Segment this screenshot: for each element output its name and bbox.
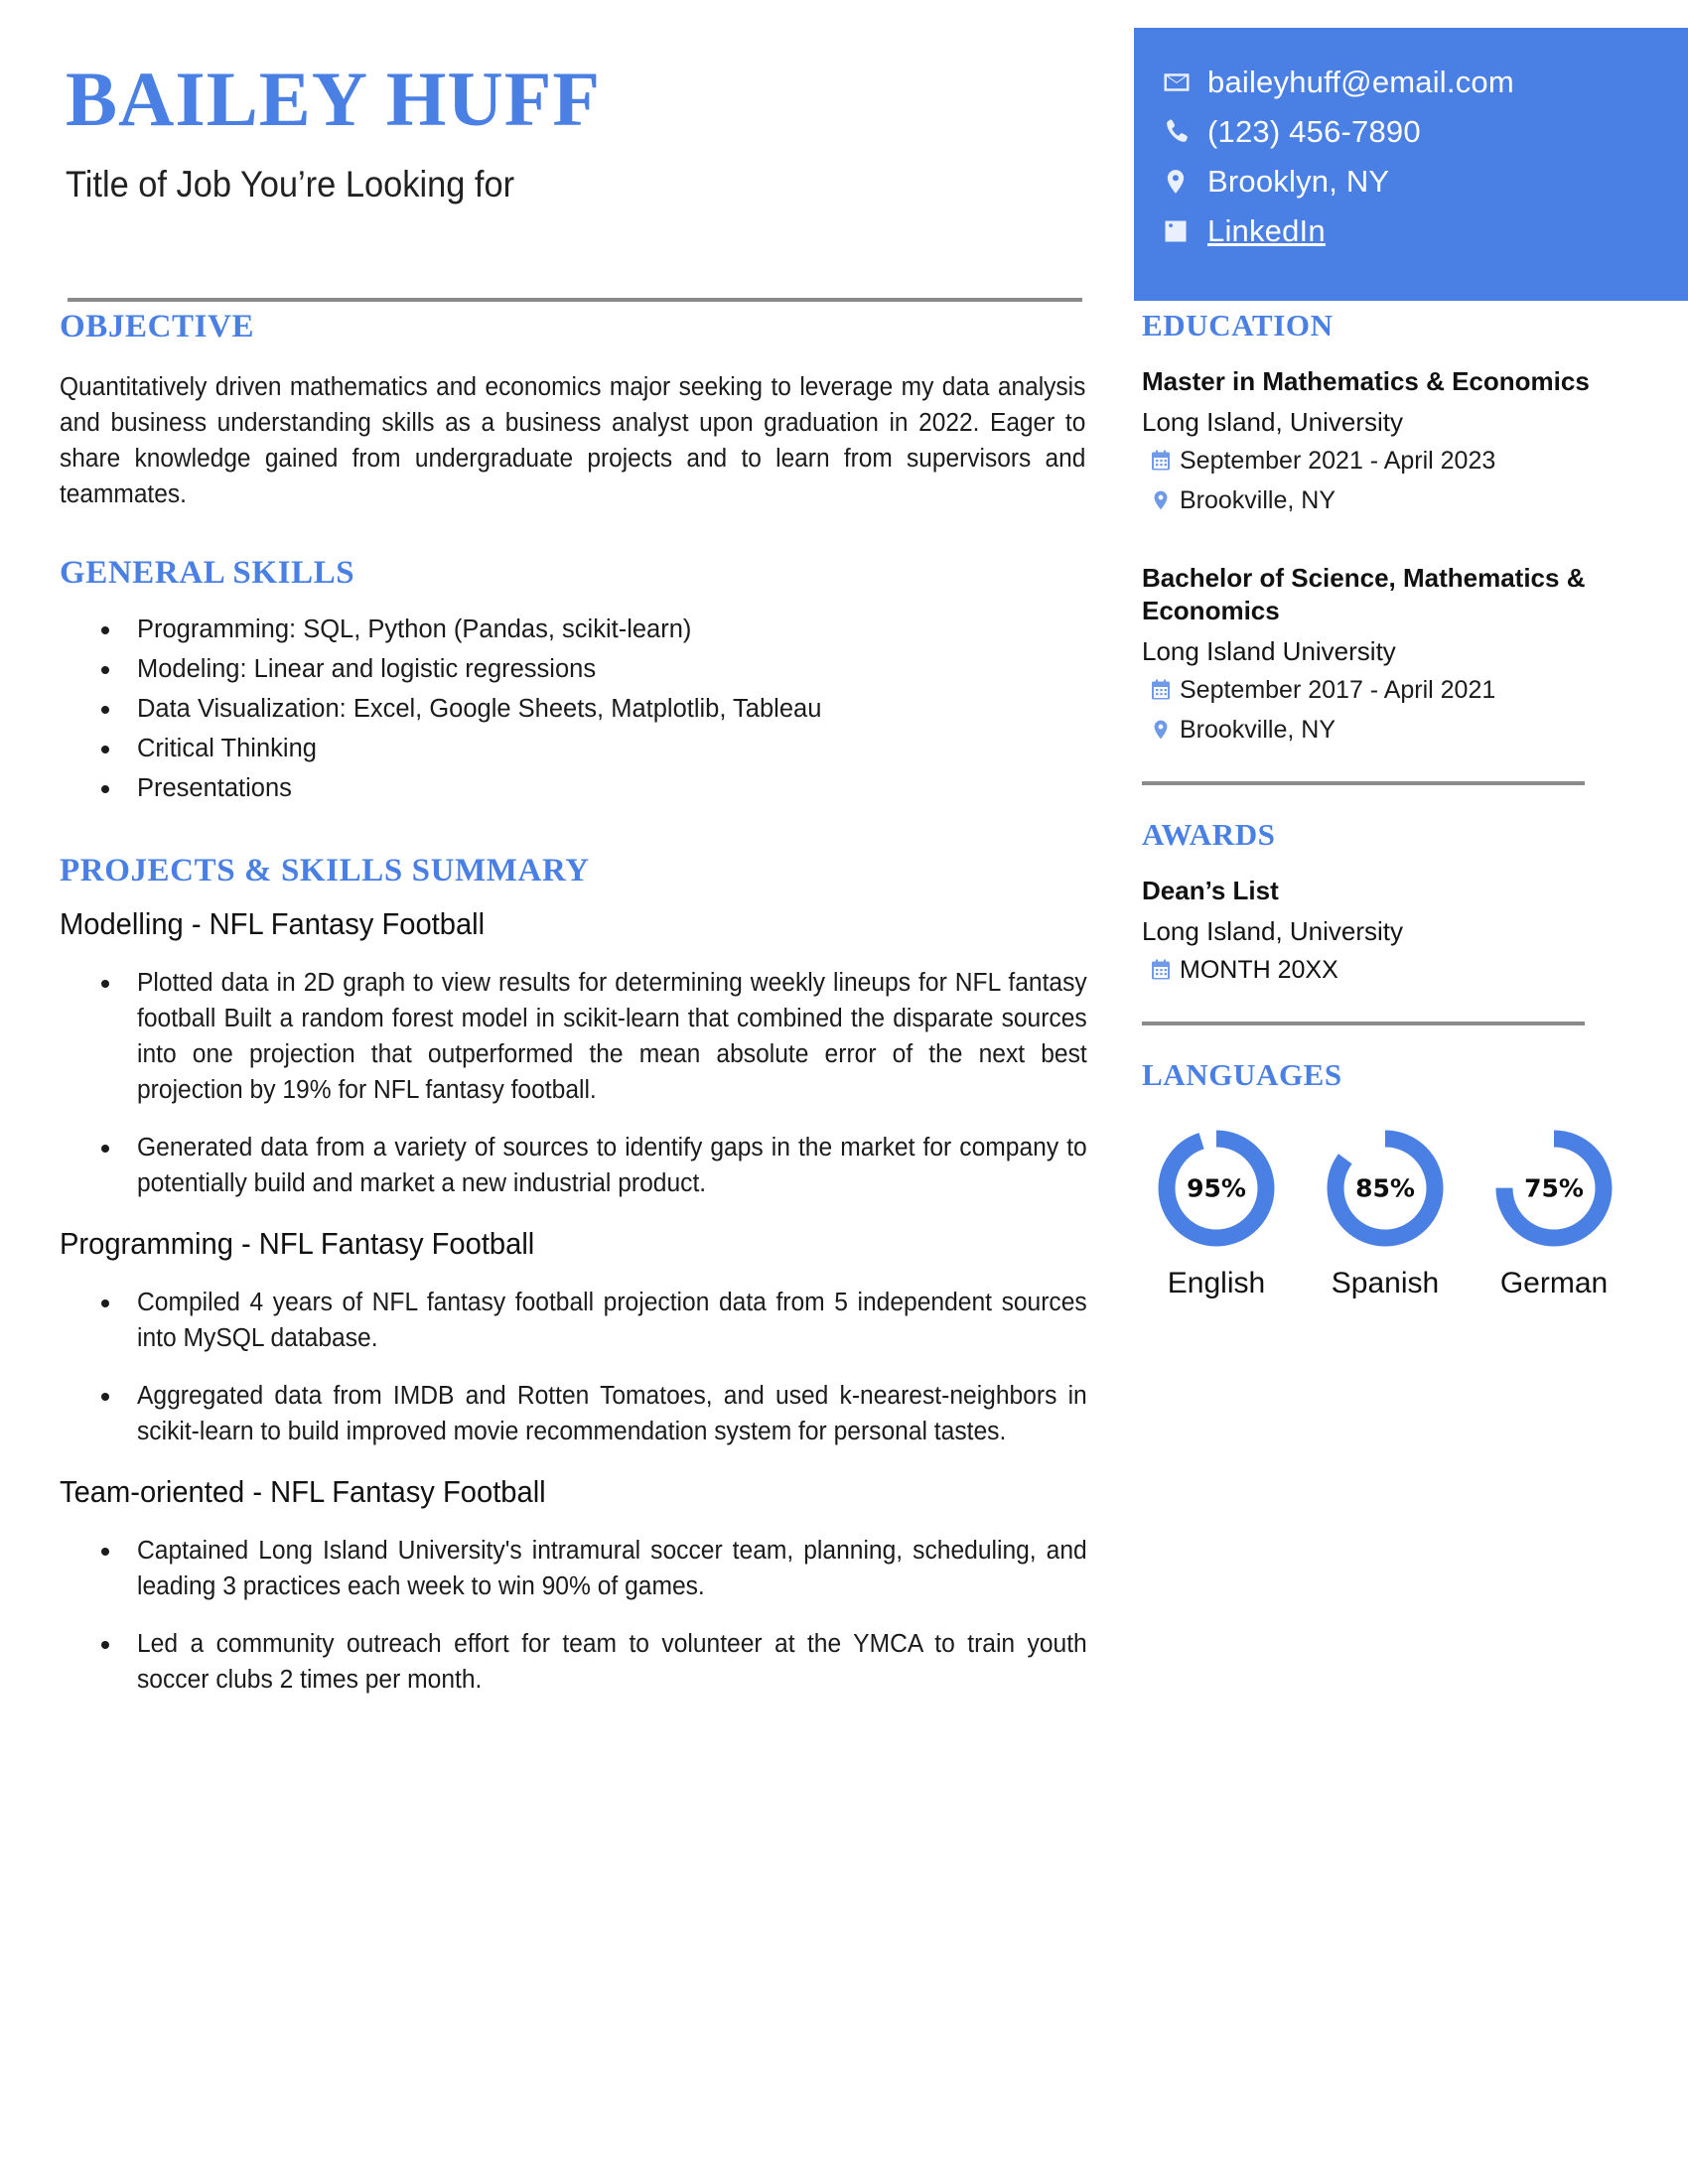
contact-row-location[interactable]: Brooklyn, NY bbox=[1162, 157, 1688, 206]
list-item: Programming: SQL, Python (Pandas, scikit… bbox=[60, 612, 1087, 647]
education-school: Long Island, University bbox=[1142, 407, 1404, 437]
list-item-text: Captained Long Island University's intra… bbox=[137, 1537, 1087, 1600]
contact-row-phone[interactable]: (123) 456-7890 bbox=[1162, 107, 1688, 157]
award-title: Dean’s List bbox=[1142, 876, 1279, 905]
list-item: Critical Thinking bbox=[60, 731, 1087, 766]
contact-email-text: baileyhuff@email.com bbox=[1207, 65, 1514, 99]
section-heading-education: EDUCATION bbox=[1142, 308, 1334, 342]
resume-page: BAILEY HUFF Title of Job You’re Looking … bbox=[0, 0, 1688, 2184]
donut-value-german: 75% bbox=[1524, 1173, 1584, 1203]
donut-value-spanish: 85% bbox=[1355, 1173, 1415, 1203]
list-item: Presentations bbox=[60, 770, 1087, 806]
section-heading-projects: PROJECTS & SKILLS SUMMARY bbox=[60, 853, 590, 888]
list-item-text: Aggregated data from IMDB and Rotten Tom… bbox=[137, 1382, 1087, 1445]
header-divider bbox=[68, 298, 1082, 302]
calendar-icon bbox=[1142, 678, 1180, 702]
section-heading-languages: LANGUAGES bbox=[1142, 1057, 1342, 1092]
language-label-english: English bbox=[1167, 1267, 1266, 1299]
donut-value-english: 95% bbox=[1187, 1173, 1246, 1203]
contact-linkedin-text[interactable]: LinkedIn bbox=[1207, 213, 1326, 249]
general-skills-list: Programming: SQL, Python (Pandas, scikit… bbox=[60, 612, 1087, 806]
list-item: Data Visualization: Excel, Google Sheets… bbox=[60, 691, 1087, 727]
left-column: OBJECTIVE Quantitatively driven mathemat… bbox=[60, 308, 1087, 1719]
list-item: Led a community outreach effort for team… bbox=[60, 1626, 1087, 1698]
section-heading-objective: OBJECTIVE bbox=[60, 309, 255, 344]
right-column: EDUCATION Master in Mathematics & Econom… bbox=[1142, 308, 1638, 1301]
envelope-icon bbox=[1162, 68, 1207, 97]
award-date: MONTH 20XX bbox=[1180, 956, 1338, 984]
education-item: Bachelor of Science, Mathematics & Econo… bbox=[1142, 562, 1638, 748]
resume-header: BAILEY HUFF Title of Job You’re Looking … bbox=[0, 0, 1688, 308]
contact-row-email[interactable]: baileyhuff@email.com bbox=[1162, 58, 1688, 107]
objective-text: Quantitatively driven mathematics and ec… bbox=[60, 373, 1086, 508]
education-date: September 2017 - April 2021 bbox=[1180, 676, 1496, 704]
donut-chart-spanish: 85% bbox=[1324, 1127, 1447, 1250]
list-item-text: Generated data from a variety of sources… bbox=[137, 1134, 1087, 1197]
list-item: Compiled 4 years of NFL fantasy football… bbox=[60, 1285, 1087, 1356]
education-location: Brookville, NY bbox=[1180, 486, 1336, 514]
education-date-row: September 2017 - April 2021 bbox=[1142, 672, 1638, 708]
language-label-german: German bbox=[1499, 1267, 1609, 1299]
award-org: Long Island, University bbox=[1142, 916, 1404, 946]
language-label-spanish: Spanish bbox=[1331, 1267, 1440, 1299]
section-heading-general-skills: GENERAL SKILLS bbox=[60, 555, 355, 591]
contact-row-linkedin[interactable]: LinkedIn bbox=[1162, 206, 1688, 256]
education-school: Long Island University bbox=[1142, 636, 1396, 666]
project-group-title: Team-oriented - NFL Fantasy Football bbox=[60, 1474, 546, 1509]
donut-chart-english: 95% bbox=[1155, 1127, 1278, 1250]
contact-band: baileyhuff@email.com (123) 456-7890 Broo… bbox=[1134, 28, 1688, 301]
list-item: Plotted data in 2D graph to view results… bbox=[60, 965, 1087, 1108]
project-group-title: Modelling - NFL Fantasy Football bbox=[60, 906, 486, 941]
list-item-text: Compiled 4 years of NFL fantasy football… bbox=[137, 1289, 1087, 1352]
list-item: Aggregated data from IMDB and Rotten Tom… bbox=[60, 1378, 1087, 1449]
language-item-german: 75% German bbox=[1479, 1127, 1628, 1301]
contact-phone-text: (123) 456-7890 bbox=[1207, 114, 1421, 149]
project-bullets-modelling: Plotted data in 2D graph to view results… bbox=[60, 965, 1087, 1201]
education-location-row: Brookville, NY bbox=[1142, 482, 1638, 518]
list-item-text: Led a community outreach effort for team… bbox=[137, 1630, 1087, 1694]
list-item: Modeling: Linear and logistic regression… bbox=[60, 651, 1087, 687]
award-item: Dean’s List Long Island, University MONT… bbox=[1142, 875, 1638, 988]
name-block: BAILEY HUFF Title of Job You’re Looking … bbox=[66, 58, 1078, 206]
donut-chart-german: 75% bbox=[1492, 1127, 1616, 1250]
education-degree: Master in Mathematics & Economics bbox=[1142, 366, 1590, 396]
education-item: Master in Mathematics & Economics Long I… bbox=[1142, 365, 1638, 518]
candidate-name: BAILEY HUFF bbox=[66, 56, 601, 142]
education-location-row: Brookville, NY bbox=[1142, 712, 1638, 748]
languages-chart: 95% English 85% Spanish 75% German bbox=[1142, 1127, 1638, 1301]
location-pin-icon bbox=[1162, 167, 1207, 197]
education-degree: Bachelor of Science, Mathematics & Econo… bbox=[1142, 563, 1586, 625]
right-divider-education bbox=[1142, 781, 1585, 785]
location-pin-icon bbox=[1142, 718, 1180, 742]
phone-icon bbox=[1162, 117, 1207, 147]
list-item-text: Plotted data in 2D graph to view results… bbox=[137, 969, 1087, 1104]
project-bullets-team-oriented: Captained Long Island University's intra… bbox=[60, 1533, 1087, 1698]
education-date-row: September 2021 - April 2023 bbox=[1142, 443, 1638, 478]
education-date: September 2021 - April 2023 bbox=[1180, 447, 1496, 475]
right-divider-awards bbox=[1142, 1022, 1585, 1025]
location-pin-icon bbox=[1142, 488, 1180, 512]
calendar-icon bbox=[1142, 449, 1180, 473]
project-group-title: Programming - NFL Fantasy Football bbox=[60, 1226, 535, 1261]
linkedin-icon bbox=[1162, 217, 1207, 245]
contact-location-text: Brooklyn, NY bbox=[1207, 164, 1390, 199]
education-location: Brookville, NY bbox=[1180, 716, 1336, 744]
calendar-icon bbox=[1142, 958, 1180, 982]
job-title: Title of Job You’re Looking for bbox=[66, 164, 515, 205]
project-bullets-programming: Compiled 4 years of NFL fantasy football… bbox=[60, 1285, 1087, 1449]
list-item: Captained Long Island University's intra… bbox=[60, 1533, 1087, 1604]
language-item-english: 95% English bbox=[1142, 1127, 1291, 1301]
language-item-spanish: 85% Spanish bbox=[1311, 1127, 1460, 1301]
award-date-row: MONTH 20XX bbox=[1142, 952, 1638, 988]
list-item: Generated data from a variety of sources… bbox=[60, 1130, 1087, 1201]
section-heading-awards: AWARDS bbox=[1142, 817, 1276, 852]
